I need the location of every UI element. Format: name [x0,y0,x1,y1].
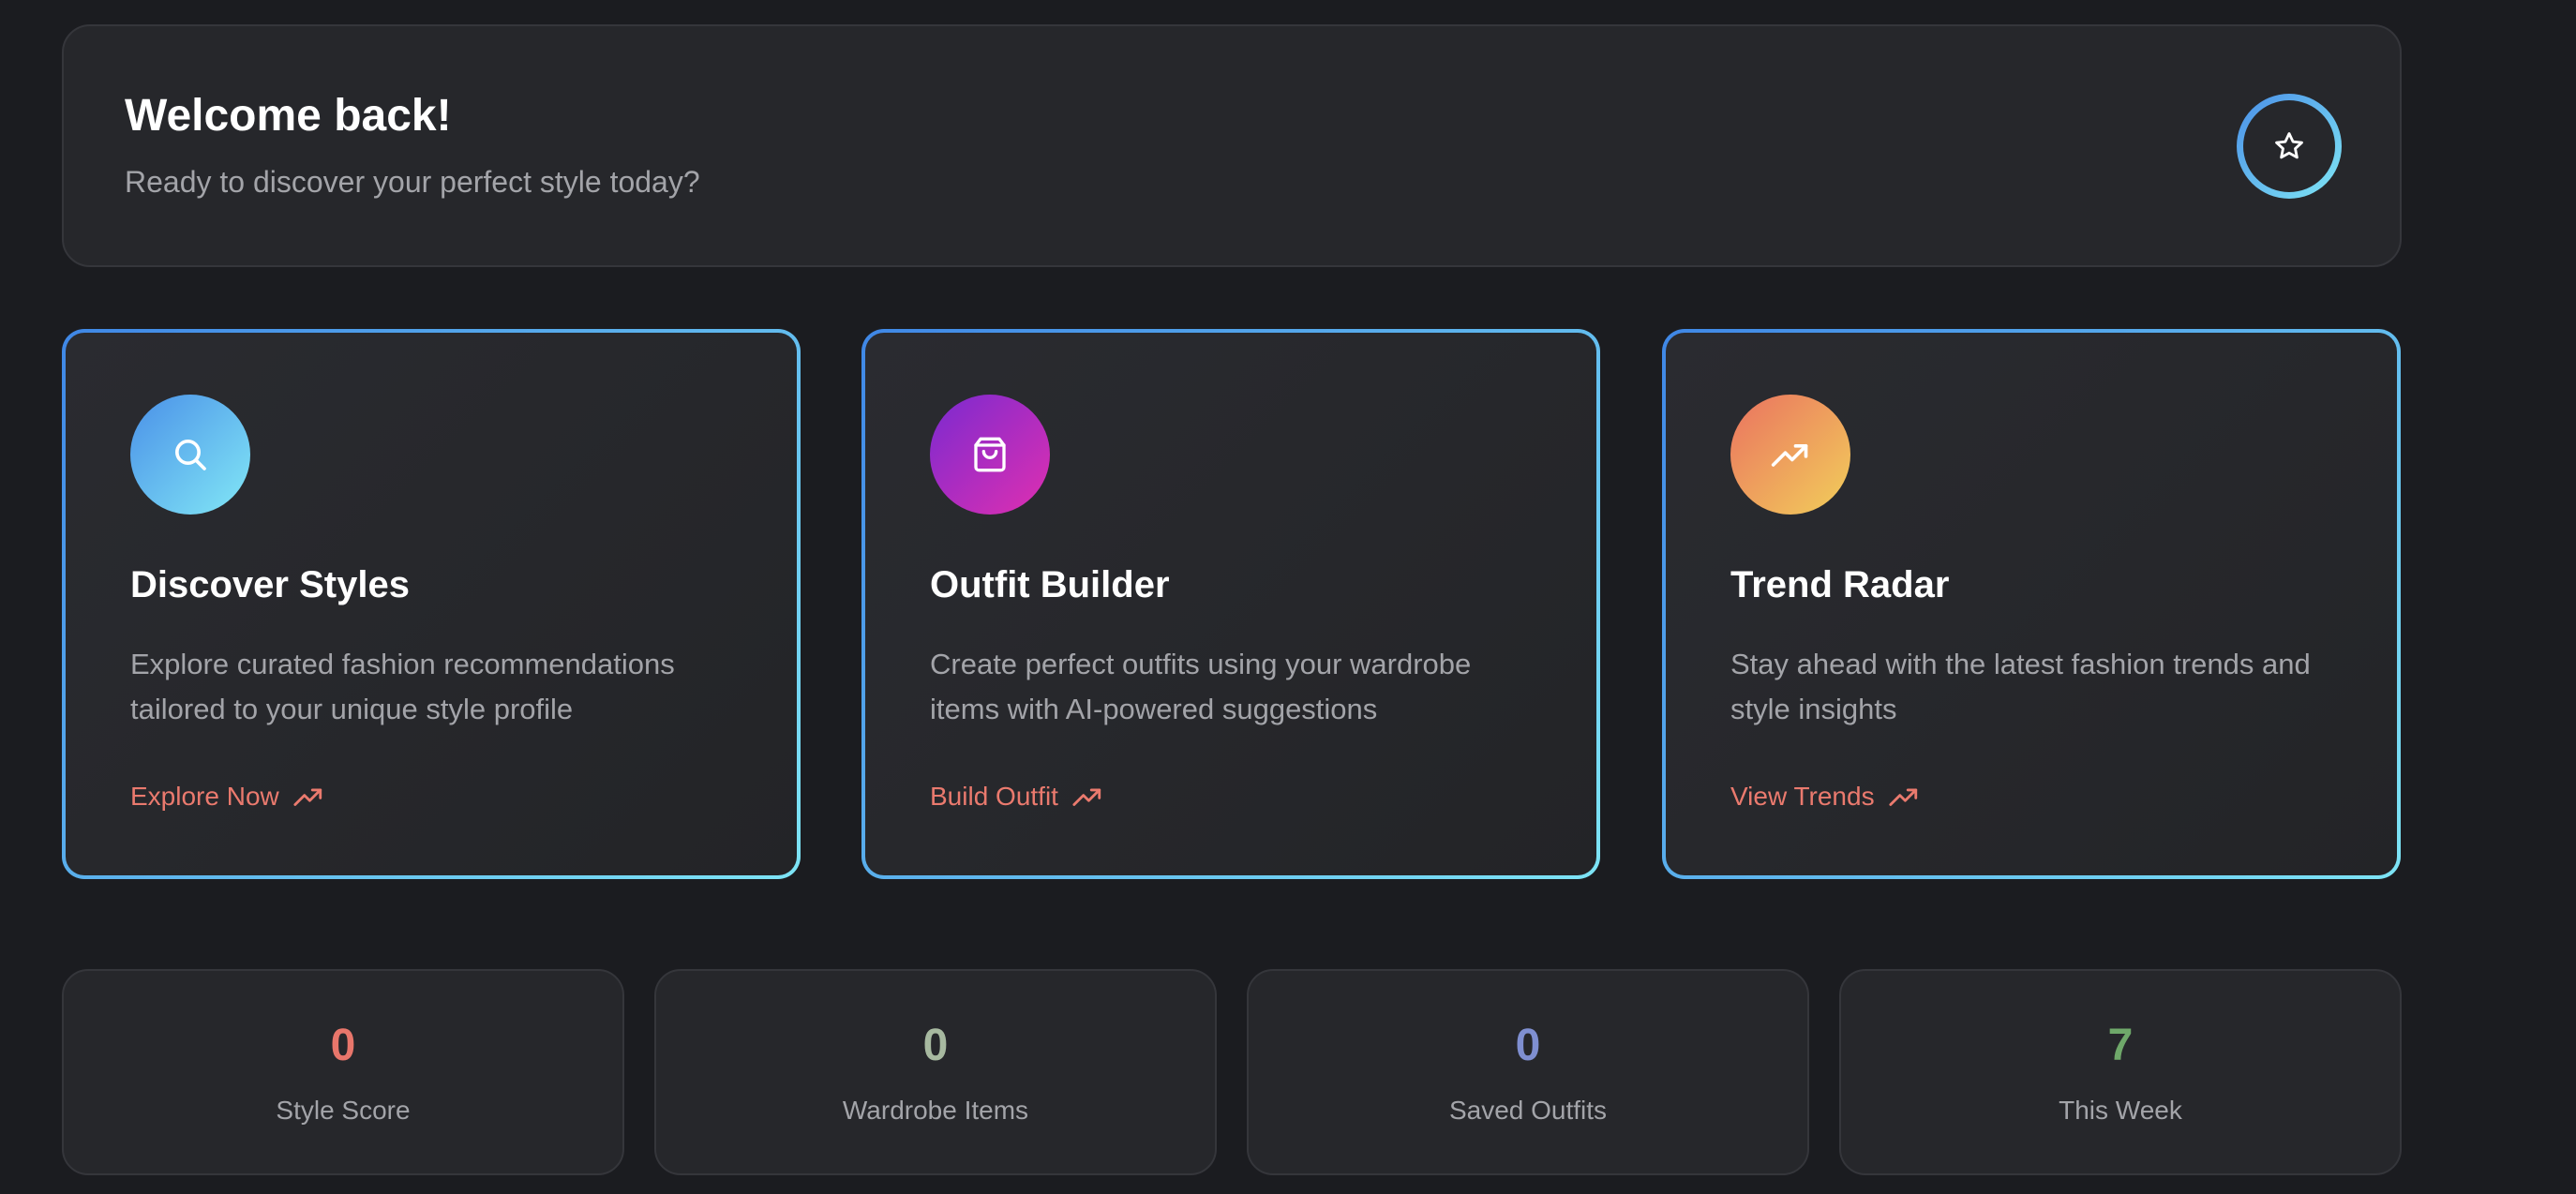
stat-label: Saved Outfits [1448,1096,1608,1125]
star-icon [2275,132,2303,159]
feature-description: Explore curated fashion recommendations … [130,648,675,725]
stat-card-style-score: 0 Style Score [62,969,624,1175]
stat-card-saved-outfits: 0 Saved Outfits [1247,969,1809,1175]
stat-value: 0 [922,1021,949,1070]
build-outfit-link[interactable]: Build Outfit [930,781,1103,813]
trending-up-icon-badge [1730,395,1850,515]
view-trends-link[interactable]: View Trends [1730,781,1920,813]
feature-description: Stay ahead with the latest fashion trend… [1730,648,2311,725]
feature-description: Create perfect outfits using your wardro… [930,648,1472,725]
welcome-card: Welcome back! Ready to discover your per… [62,24,2402,267]
feature-card-outfit-builder[interactable]: Outfit Builder Create perfect outfits us… [861,329,1600,879]
link-label: Build Outfit [930,782,1058,811]
stat-label: Wardrobe Items [842,1096,1029,1125]
feature-card-discover-styles[interactable]: Discover Styles Explore curated fashion … [62,329,801,879]
feature-title: Trend Radar [1730,564,1950,605]
shopping-bag-icon [974,437,1006,472]
favorites-button[interactable] [2237,94,2342,199]
trending-up-icon [293,788,322,806]
feature-title: Discover Styles [130,564,410,605]
stat-value: 0 [330,1021,356,1070]
link-label: Explore Now [130,782,279,811]
stat-card-this-week: 7 This Week [1839,969,2402,1175]
search-icon [175,440,206,470]
trending-up-icon [1888,788,1917,806]
shopping-bag-icon-badge [930,395,1050,515]
trending-up-icon [1771,444,1808,467]
trending-up-icon [1072,788,1101,806]
feature-title: Outfit Builder [930,564,1170,605]
welcome-title: Welcome back! [125,91,452,141]
link-label: View Trends [1730,782,1875,811]
welcome-subtitle: Ready to discover your perfect style tod… [125,165,700,199]
stat-value: 7 [2107,1021,2134,1070]
stat-label: This Week [2059,1096,2182,1125]
stat-card-wardrobe-items: 0 Wardrobe Items [654,969,1217,1175]
feature-card-trend-radar[interactable]: Trend Radar Stay ahead with the latest f… [1662,329,2401,879]
explore-now-link[interactable]: Explore Now [130,781,324,813]
stat-label: Style Score [276,1096,411,1125]
search-icon-badge [130,395,250,515]
stat-value: 0 [1515,1021,1541,1070]
